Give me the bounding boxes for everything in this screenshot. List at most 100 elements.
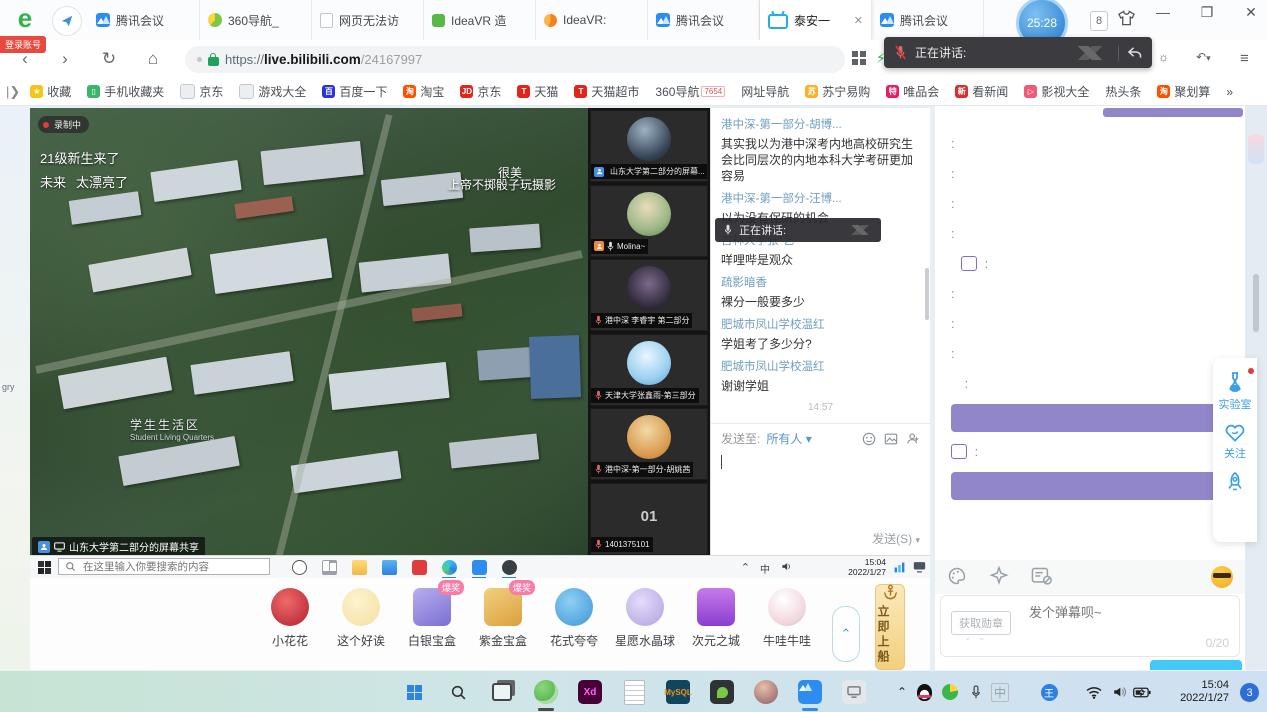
- bookmark-item[interactable]: 游戏大全: [233, 81, 312, 102]
- tab-active[interactable]: 泰安一✕: [760, 0, 872, 40]
- magic-star-icon[interactable]: [989, 566, 1009, 589]
- bookmark-item[interactable]: 360导航7654: [649, 81, 731, 102]
- skin-icon[interactable]: [1118, 10, 1135, 29]
- participant-tile[interactable]: 山东大学第二部分的屏幕...: [590, 110, 708, 182]
- gift-item[interactable]: 爆奖白银宝盒: [398, 586, 466, 649]
- dark-app-icon[interactable]: [502, 560, 517, 575]
- wifi-icon[interactable]: [1085, 683, 1103, 701]
- mail-icon[interactable]: [382, 560, 397, 575]
- qq-icon[interactable]: [915, 683, 933, 701]
- chat-username[interactable]: :: [951, 166, 955, 181]
- sidebar-expander-icon[interactable]: |❯: [6, 84, 20, 100]
- chat-username[interactable]: :: [971, 444, 978, 459]
- danmaku-input-box[interactable]: 获取勋章 0/20: [940, 595, 1240, 657]
- chat-scrollbar[interactable]: [925, 268, 929, 320]
- bookmark-item[interactable]: JD京东: [454, 81, 507, 102]
- bookmark-item[interactable]: 淘聚划算: [1151, 81, 1216, 102]
- red-app-icon[interactable]: [412, 560, 427, 575]
- tab-item[interactable]: IdeaVR 造: [424, 0, 536, 40]
- gift-item[interactable]: 这个好诶: [327, 586, 395, 649]
- get-medal-button[interactable]: 获取勋章: [951, 611, 1011, 635]
- notepad-icon[interactable]: [620, 678, 648, 706]
- tab-item[interactable]: 腾讯会议: [88, 0, 200, 40]
- tab-close-icon[interactable]: ✕: [854, 14, 863, 27]
- return-arrow-icon[interactable]: [1127, 46, 1142, 59]
- send-to-select[interactable]: 所有人 ▾: [766, 430, 811, 447]
- participant-tile[interactable]: Molina~: [590, 185, 708, 257]
- participant-tile[interactable]: 011401375101: [590, 483, 708, 555]
- tencent-meeting-icon[interactable]: [796, 678, 824, 706]
- ime-faded-icon[interactable]: 中: [991, 683, 1009, 701]
- widget-rocket[interactable]: [1224, 471, 1246, 497]
- bookmark-item[interactable]: 淘淘宝: [397, 81, 450, 102]
- live-chat-list[interactable]: : : : : : : : : : :: [935, 120, 1245, 556]
- maximize-button[interactable]: ❐: [1197, 4, 1217, 21]
- shared-video-area[interactable]: 录制中 学生生活区 Student Living Quarters 山东大学第二…: [30, 108, 588, 555]
- gift-panel-expand-button[interactable]: ⌃: [832, 606, 860, 662]
- search-icon[interactable]: [444, 678, 472, 706]
- gift-item[interactable]: 小花花: [256, 586, 324, 649]
- gift-item[interactable]: 牛哇牛哇: [753, 586, 821, 649]
- cortana-icon[interactable]: [292, 560, 307, 575]
- bookmark-item[interactable]: ▷影视大全: [1018, 81, 1095, 102]
- chat-username[interactable]: :: [961, 376, 968, 391]
- bookmark-item[interactable]: 特唯品会: [880, 81, 945, 102]
- tab-item[interactable]: IdeaVR:: [536, 0, 648, 40]
- cloud-app-icon[interactable]: 王: [1040, 683, 1058, 701]
- mention-person-icon[interactable]: [906, 432, 920, 446]
- bookmark-item[interactable]: 京东: [174, 81, 229, 102]
- participant-tile[interactable]: 港中深-第一部分-胡姚茜: [590, 408, 708, 480]
- widget-实验室[interactable]: 实验室: [1219, 370, 1252, 412]
- sunglasses-face-icon[interactable]: [1211, 566, 1233, 588]
- close-button[interactable]: ✕: [1241, 4, 1261, 21]
- bookmark-item[interactable]: ★收藏: [24, 81, 77, 102]
- widget-关注[interactable]: 关注: [1223, 422, 1247, 461]
- safe-360-icon[interactable]: [941, 683, 959, 701]
- green-app-icon[interactable]: [708, 678, 736, 706]
- tray-chevron-icon[interactable]: ⌃: [741, 561, 750, 574]
- history-undo-icon[interactable]: ↶▾: [1196, 50, 1211, 64]
- chart-app-icon[interactable]: [893, 561, 906, 577]
- shared-search-box[interactable]: [58, 558, 270, 575]
- chat-username[interactable]: :: [951, 226, 955, 241]
- shared-search-input[interactable]: [81, 560, 263, 574]
- volume-icon[interactable]: [781, 561, 792, 575]
- danmaku-send-button[interactable]: [1150, 660, 1242, 670]
- meeting-speaking-floatbar[interactable]: 正在讲话:: [884, 37, 1152, 68]
- tab-item[interactable]: 360导航_: [200, 0, 312, 40]
- blue-app-icon[interactable]: [472, 560, 487, 575]
- monitor-app-icon[interactable]: [913, 561, 926, 576]
- adobe-xd-icon[interactable]: Xd: [576, 678, 604, 706]
- page-scrollbar[interactable]: [1253, 274, 1259, 332]
- shared-start-button[interactable]: [38, 561, 51, 574]
- image-icon[interactable]: [884, 432, 898, 446]
- browser-logo-icon[interactable]: e: [10, 4, 40, 34]
- chat-username[interactable]: :: [951, 346, 955, 361]
- task-view-icon[interactable]: [322, 560, 337, 575]
- gift-item[interactable]: 次元之城: [682, 586, 750, 649]
- bookmark-item[interactable]: 网址导航: [735, 81, 795, 102]
- bookmark-item[interactable]: 苏苏宁易购: [799, 81, 876, 102]
- chat-username[interactable]: :: [951, 286, 955, 301]
- danmaku-input[interactable]: [1027, 604, 1191, 621]
- menu-icon[interactable]: ≡: [1240, 50, 1249, 67]
- send-message-button[interactable]: 发送(S) ▾: [872, 530, 920, 547]
- palette-icon[interactable]: [947, 566, 967, 589]
- host-clock[interactable]: 15:04 2022/1/27: [1180, 679, 1229, 705]
- participant-tile[interactable]: 天津大学张鑫雨-第三部分: [590, 334, 708, 406]
- mysql-icon[interactable]: MySQL: [664, 678, 692, 706]
- bookmark-item[interactable]: T天猫超市: [568, 81, 645, 102]
- night-mode-icon[interactable]: ☼: [1158, 50, 1169, 64]
- chat-username[interactable]: :: [951, 316, 955, 331]
- emoji-icon[interactable]: [862, 432, 876, 446]
- block-list-icon[interactable]: [1031, 566, 1053, 589]
- navigator-icon[interactable]: [52, 6, 82, 36]
- volume-icon[interactable]: [1110, 683, 1128, 701]
- tab-count-box[interactable]: 8: [1090, 11, 1108, 31]
- tab-item[interactable]: 网页无法访: [312, 0, 424, 40]
- meeting-chat-messages[interactable]: 港中深-第一部分-胡博...其实我以为港中深考内地高校研究生会比同层次的内地本科…: [711, 108, 930, 418]
- screen-tool-icon[interactable]: [840, 678, 868, 706]
- edge-icon[interactable]: [442, 560, 457, 575]
- chat-username[interactable]: :: [951, 136, 955, 151]
- bookmark-item[interactable]: 新看新闻: [949, 81, 1014, 102]
